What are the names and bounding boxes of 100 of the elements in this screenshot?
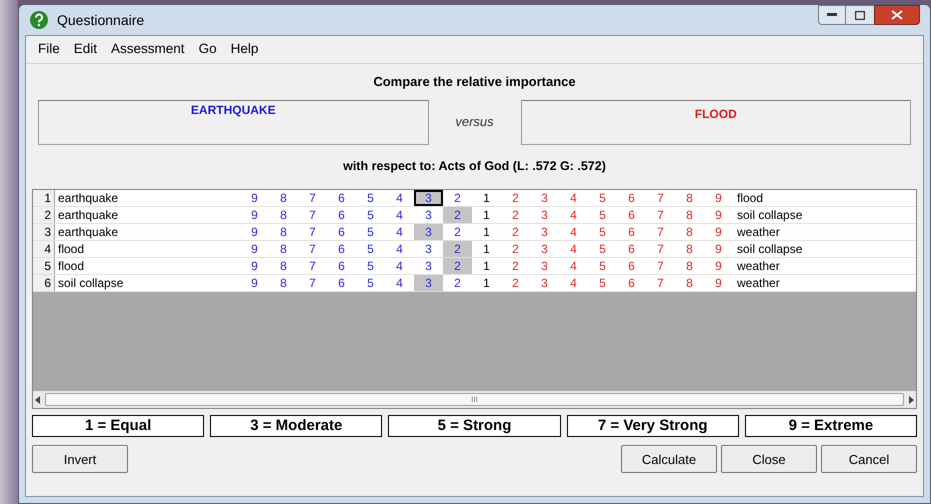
scale-cell[interactable]: 3	[530, 258, 559, 274]
scale-cell[interactable]: 5	[588, 275, 617, 292]
scale-cell[interactable]: 9	[240, 190, 269, 206]
menu-item[interactable]: Edit	[74, 39, 98, 60]
scale-cell[interactable]: 3	[414, 258, 443, 274]
scale-cell[interactable]: 9	[704, 258, 733, 274]
scale-cell[interactable]: 4	[559, 207, 588, 224]
scale-cell[interactable]: 2	[443, 275, 472, 292]
scale-cell[interactable]: 3	[530, 275, 559, 292]
scale-cell[interactable]: 5	[588, 207, 617, 224]
scale-cell[interactable]: 9	[240, 258, 269, 274]
scale-cell[interactable]: 7	[298, 224, 327, 240]
scale-cell[interactable]: 7	[298, 258, 327, 274]
scale-cell[interactable]: 6	[327, 241, 356, 258]
scale-cell[interactable]: 5	[588, 258, 617, 274]
scale-cell[interactable]: 2	[501, 190, 530, 206]
scale-cell[interactable]: 8	[269, 190, 298, 206]
scale-cell[interactable]: 9	[704, 190, 733, 206]
scale-cell[interactable]: 9	[240, 241, 269, 258]
scale-cell[interactable]: 8	[269, 241, 298, 258]
scale-cell[interactable]: 3	[414, 224, 443, 240]
menu-item[interactable]: Go	[198, 39, 217, 60]
scale-cell[interactable]: 2	[501, 241, 530, 258]
scale-cell[interactable]: 6	[617, 241, 646, 258]
scale-cell[interactable]: 5	[588, 224, 617, 240]
scale-cell[interactable]: 9	[704, 207, 733, 224]
menu-item[interactable]: Assessment	[111, 39, 185, 60]
scale-cell[interactable]: 2	[443, 241, 472, 258]
scale-cell[interactable]: 6	[617, 207, 646, 224]
scale-cell[interactable]: 4	[385, 207, 414, 224]
scale-cell[interactable]: 4	[385, 275, 414, 292]
scale-cell[interactable]: 1	[472, 190, 501, 206]
scale-cell[interactable]: 4	[385, 190, 414, 206]
scale-cell[interactable]: 1	[472, 207, 501, 224]
scale-cell[interactable]: 2	[501, 207, 530, 224]
scale-cell[interactable]: 6	[327, 258, 356, 274]
scale-cell[interactable]: 1	[472, 275, 501, 292]
scale-cell[interactable]: 1	[472, 224, 501, 240]
scale-cell[interactable]: 1	[472, 258, 501, 274]
scale-cell[interactable]: 4	[559, 275, 588, 292]
scale-cell[interactable]: 7	[646, 207, 675, 224]
scale-cell[interactable]: 7	[646, 241, 675, 258]
scale-cell[interactable]: 8	[675, 275, 704, 292]
dialog-button[interactable]: Invert	[32, 445, 128, 474]
menu-item[interactable]: File	[38, 39, 60, 60]
scale-cell[interactable]: 5	[356, 258, 385, 274]
scale-cell[interactable]: 3	[414, 275, 443, 292]
scale-cell[interactable]: 8	[675, 258, 704, 274]
scale-cell[interactable]: 2	[443, 190, 472, 206]
close-button[interactable]	[874, 5, 920, 25]
scale-cell[interactable]: 5	[588, 190, 617, 206]
scale-cell[interactable]: 6	[617, 224, 646, 240]
scale-cell[interactable]: 4	[559, 258, 588, 274]
scale-cell[interactable]: 8	[675, 224, 704, 240]
scale-cell[interactable]: 8	[269, 224, 298, 240]
dialog-button[interactable]: Calculate	[621, 445, 717, 474]
scale-cell[interactable]: 2	[501, 275, 530, 292]
scale-cell[interactable]: 6	[617, 190, 646, 206]
scale-cell[interactable]: 5	[356, 241, 385, 258]
scale-cell[interactable]: 7	[646, 190, 675, 206]
scale-cell[interactable]: 9	[704, 241, 733, 258]
scale-cell[interactable]: 6	[617, 258, 646, 274]
scale-cell[interactable]: 4	[385, 241, 414, 258]
scale-cell[interactable]: 9	[704, 275, 733, 292]
scale-cell[interactable]: 4	[559, 224, 588, 240]
scale-cell[interactable]: 7	[298, 190, 327, 206]
scale-cell[interactable]: 8	[675, 207, 704, 224]
scale-cell[interactable]: 5	[356, 190, 385, 206]
scale-cell[interactable]: 8	[675, 241, 704, 258]
scale-cell[interactable]: 8	[269, 258, 298, 274]
scale-cell[interactable]: 5	[356, 207, 385, 224]
scale-cell[interactable]: 6	[327, 275, 356, 292]
scale-cell[interactable]: 7	[646, 224, 675, 240]
scale-cell[interactable]: 2	[501, 224, 530, 240]
scale-cell[interactable]: 7	[646, 258, 675, 274]
scale-cell[interactable]: 2	[443, 224, 472, 240]
scale-cell[interactable]: 3	[530, 241, 559, 258]
scale-cell[interactable]: 9	[704, 224, 733, 240]
scale-cell[interactable]: 3	[530, 207, 559, 224]
scale-cell[interactable]: 9	[240, 224, 269, 240]
scale-cell[interactable]: 9	[240, 207, 269, 224]
scale-cell[interactable]: 4	[385, 224, 414, 240]
scale-cell[interactable]: 3	[530, 190, 559, 206]
scale-cell[interactable]: 5	[356, 224, 385, 240]
scale-cell[interactable]: 7	[646, 275, 675, 292]
scale-cell[interactable]: 3	[530, 224, 559, 240]
scale-cell[interactable]: 7	[298, 207, 327, 224]
scale-cell[interactable]: 8	[675, 190, 704, 206]
menu-item[interactable]: Help	[230, 39, 258, 60]
scale-cell[interactable]: 4	[559, 190, 588, 206]
dialog-button[interactable]: Close	[721, 445, 817, 474]
scale-cell[interactable]: 3	[414, 207, 443, 224]
scale-cell[interactable]: 5	[356, 275, 385, 292]
scale-cell[interactable]: 2	[443, 207, 472, 224]
scale-cell[interactable]: 6	[327, 207, 356, 224]
scale-cell[interactable]: 4	[559, 241, 588, 258]
horizontal-scrollbar[interactable]: III	[33, 391, 916, 408]
scale-cell[interactable]: 3	[414, 241, 443, 258]
scale-cell[interactable]: 7	[298, 275, 327, 292]
scale-cell[interactable]: 8	[269, 275, 298, 292]
